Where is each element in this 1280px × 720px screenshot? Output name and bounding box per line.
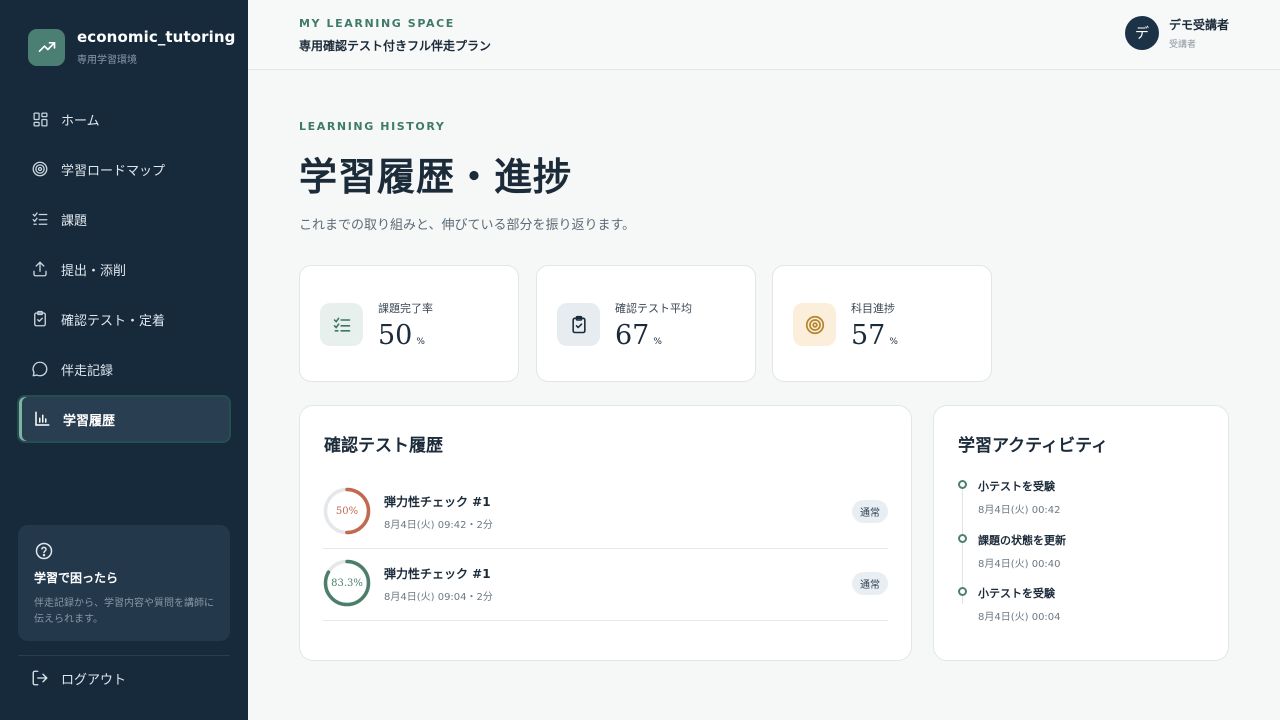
test-name: 弾力性チェック #1 bbox=[384, 495, 491, 509]
test-name: 弾力性チェック #1 bbox=[384, 567, 491, 581]
logout-icon bbox=[31, 669, 49, 687]
stat-number: 57 bbox=[851, 320, 886, 351]
sidebar-item-history[interactable]: 学習履歴 bbox=[17, 395, 231, 443]
checklist-icon bbox=[320, 303, 363, 346]
user-menu[interactable]: デ デモ受講者 受講者 bbox=[1124, 16, 1229, 50]
bar-chart-icon bbox=[32, 409, 52, 429]
timeline-dot bbox=[958, 533, 967, 543]
stat-label: 課題完了率 bbox=[378, 302, 433, 315]
panel-title: 学習アクティビティ bbox=[958, 436, 1109, 456]
test-meta: 8月4日(火) 09:04・2分 bbox=[384, 592, 493, 603]
activity-timeline: 小テストを受験 8月4日(火) 00:42 課題の状態を更新 8月4日(火) 0… bbox=[958, 478, 1066, 639]
logout-button[interactable]: ログアウト bbox=[31, 666, 126, 690]
stat-unit: % bbox=[653, 337, 662, 347]
checklist-icon bbox=[30, 209, 50, 229]
stat-label: 科目進捗 bbox=[851, 302, 895, 315]
brand-subtitle: 専用学習環境 bbox=[77, 55, 137, 66]
stat-unit: % bbox=[416, 337, 425, 347]
activity-panel: 学習アクティビティ 小テストを受験 8月4日(火) 00:42 課題の状態を更新… bbox=[933, 405, 1229, 661]
top-header: MY LEARNING SPACE 専用確認テスト付きフル伴走プラン デ デモ受… bbox=[248, 0, 1280, 70]
sidebar: economic_tutoring 専用学習環境 ホーム 学習ロードマップ 課題 bbox=[0, 0, 248, 720]
header-eyebrow: MY LEARNING SPACE bbox=[299, 17, 455, 30]
sidebar-item-label: 学習履歴 bbox=[63, 413, 116, 429]
timeline-dot bbox=[958, 587, 967, 596]
sidebar-item-assignments[interactable]: 課題 bbox=[17, 195, 231, 243]
stat-card-assignment-completion: 課題完了率 50% bbox=[299, 265, 519, 382]
help-title: 学習で困ったら bbox=[34, 571, 119, 585]
panel-title: 確認テスト履歴 bbox=[324, 436, 443, 456]
target-icon bbox=[30, 159, 50, 179]
timeline-dot bbox=[958, 480, 967, 489]
stat-card-subject-progress: 科目進捗 57% bbox=[772, 265, 992, 382]
stat-unit: % bbox=[889, 337, 898, 347]
user-role: 受講者 bbox=[1168, 40, 1196, 50]
help-card: 学習で困ったら 伴走記録から、学習内容や質問を講師に伝えられます。 bbox=[18, 525, 230, 641]
sidebar-item-label: ホーム bbox=[61, 113, 100, 129]
trending-up-icon bbox=[28, 28, 65, 66]
stat-value: 50% bbox=[378, 320, 425, 351]
activity-item: 小テストを受験 8月4日(火) 00:42 bbox=[958, 478, 1066, 532]
status-badge: 通常 bbox=[852, 572, 888, 595]
upload-icon bbox=[30, 259, 50, 279]
logout-label: ログアウト bbox=[61, 672, 127, 688]
section-eyebrow: LEARNING HISTORY bbox=[299, 120, 446, 133]
sidebar-item-home[interactable]: ホーム bbox=[17, 95, 231, 143]
avatar: デ bbox=[1124, 16, 1159, 50]
home-grid-icon bbox=[30, 109, 50, 129]
test-history-row[interactable]: 50% 弾力性チェック #1 8月4日(火) 09:42・2分 通常 bbox=[323, 477, 888, 549]
help-circle-icon bbox=[34, 541, 54, 561]
stat-number: 50 bbox=[378, 320, 413, 351]
sidebar-item-roadmap[interactable]: 学習ロードマップ bbox=[17, 145, 231, 193]
score-label: 50% bbox=[335, 505, 359, 517]
target-icon bbox=[793, 303, 836, 346]
activity-title: 小テストを受験 bbox=[978, 480, 1055, 493]
clipboard-check-icon bbox=[30, 309, 50, 329]
activity-time: 8月4日(火) 00:40 bbox=[978, 558, 1061, 570]
help-text: 伴走記録から、学習内容や質問を講師に伝えられます。 bbox=[34, 598, 214, 625]
sidebar-item-label: 課題 bbox=[61, 213, 88, 229]
activity-title: 小テストを受験 bbox=[978, 587, 1055, 600]
activity-item: 小テストを受験 8月4日(火) 00:04 bbox=[958, 585, 1066, 639]
chat-bubble-icon bbox=[30, 359, 50, 379]
stat-card-quiz-average: 確認テスト平均 67% bbox=[536, 265, 756, 382]
sidebar-item-coaching-log[interactable]: 伴走記録 bbox=[17, 345, 231, 393]
test-history-row[interactable]: 83.3% 弾力性チェック #1 8月4日(火) 09:04・2分 通常 bbox=[323, 549, 888, 621]
stat-value: 67% bbox=[615, 320, 662, 351]
page-title: 学習履歴・進捗 bbox=[299, 154, 573, 199]
sidebar-nav: ホーム 学習ロードマップ 課題 提出・添削 確認テスト・定着 伴走記録 学習履歴 bbox=[17, 95, 231, 445]
sidebar-item-label: 提出・添削 bbox=[61, 263, 127, 279]
sidebar-item-label: 伴走記録 bbox=[61, 363, 114, 379]
test-history-panel: 確認テスト履歴 50% 弾力性チェック #1 8月4日(火) 09:42・2分 … bbox=[299, 405, 912, 661]
activity-time: 8月4日(火) 00:42 bbox=[978, 505, 1061, 516]
brand-name: economic_tutoring bbox=[77, 28, 236, 46]
status-badge: 通常 bbox=[852, 500, 888, 523]
stat-value: 57% bbox=[851, 320, 898, 351]
brand[interactable]: economic_tutoring 専用学習環境 bbox=[28, 28, 236, 66]
activity-title: 課題の状態を更新 bbox=[978, 533, 1066, 547]
sidebar-item-quiz[interactable]: 確認テスト・定着 bbox=[17, 295, 231, 343]
activity-item: 課題の状態を更新 8月4日(火) 00:40 bbox=[958, 532, 1066, 586]
divider bbox=[18, 655, 230, 656]
score-label: 83.3% bbox=[331, 577, 363, 589]
stat-label: 確認テスト平均 bbox=[615, 302, 692, 315]
user-name: デモ受講者 bbox=[1168, 18, 1229, 32]
sidebar-item-label: 確認テスト・定着 bbox=[61, 313, 166, 329]
sidebar-item-submission[interactable]: 提出・添削 bbox=[17, 245, 231, 293]
stat-number: 67 bbox=[615, 320, 650, 351]
test-meta: 8月4日(火) 09:42・2分 bbox=[384, 520, 493, 531]
sidebar-item-label: 学習ロードマップ bbox=[61, 163, 166, 179]
activity-time: 8月4日(火) 00:04 bbox=[978, 612, 1061, 623]
plan-name: 専用確認テスト付きフル伴走プラン bbox=[299, 39, 492, 53]
clipboard-check-icon bbox=[557, 303, 600, 346]
page-description: これまでの取り組みと、伸びている部分を振り返ります。 bbox=[299, 218, 636, 233]
